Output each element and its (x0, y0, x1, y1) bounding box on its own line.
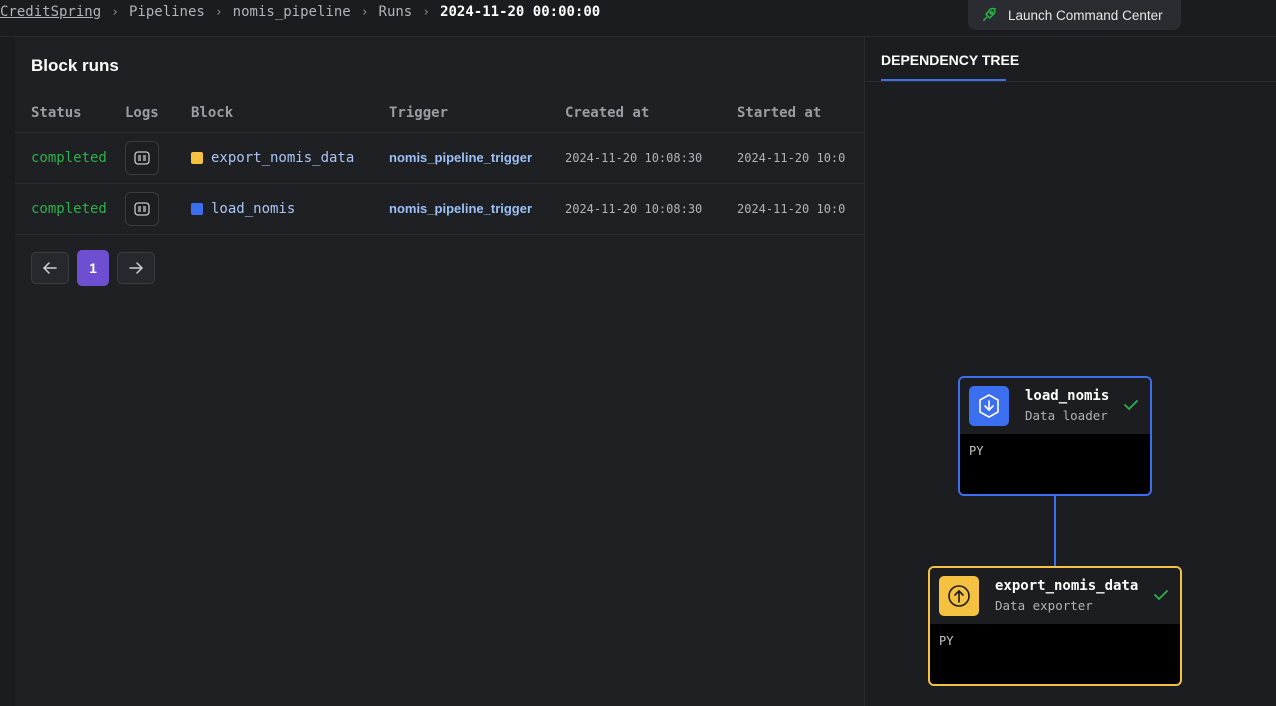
breadcrumb-current-run: 2024-11-20 00:00:00 (440, 4, 601, 20)
block-link[interactable]: export_nomis_data (191, 150, 389, 166)
column-header-created-at[interactable]: Created at (565, 95, 737, 133)
logs-button[interactable] (125, 140, 159, 175)
status-text: completed (31, 200, 107, 217)
chevron-right-icon: › (422, 4, 431, 20)
table-row[interactable]: completed export_nomis_data nomis_pipeli… (15, 132, 864, 184)
previous-page-button[interactable] (31, 252, 69, 284)
pagination: 1 (31, 250, 155, 286)
block-color-swatch (191, 151, 203, 164)
started-at: 2024-11-20 10:0 (737, 150, 846, 165)
breadcrumb-project[interactable]: CreditSpring (0, 4, 101, 20)
top-bar: CreditSpring › Pipelines › nomis_pipelin… (0, 0, 1276, 37)
chevron-right-icon: › (214, 4, 223, 20)
node-name: load_nomis (1025, 388, 1110, 404)
node-type: Data loader (1025, 408, 1108, 423)
block-runs-table: Status Logs Block Trigger Created at Sta… (15, 95, 864, 235)
breadcrumb-runs[interactable]: Runs (379, 4, 413, 20)
active-tab-indicator (881, 79, 1006, 81)
column-header-status[interactable]: Status (15, 95, 125, 133)
page-number-button[interactable]: 1 (77, 250, 109, 286)
logs-button[interactable] (125, 191, 159, 226)
tree-node-load-nomis[interactable]: load_nomis Data loader PY (958, 376, 1152, 496)
column-header-logs[interactable]: Logs (125, 95, 191, 133)
trigger-link[interactable]: nomis_pipeline_trigger (389, 201, 532, 216)
breadcrumb: CreditSpring › Pipelines › nomis_pipelin… (0, 4, 600, 20)
left-gutter (0, 37, 15, 706)
tab-dependency-tree[interactable]: DEPENDENCY TREE (881, 52, 1019, 68)
block-name: load_nomis (211, 200, 296, 217)
created-at: 2024-11-20 10:08:30 (565, 201, 703, 216)
breadcrumb-pipeline[interactable]: nomis_pipeline (233, 4, 351, 20)
launch-command-center-label: Launch Command Center (1008, 7, 1163, 23)
launch-command-center-button[interactable]: Launch Command Center (968, 0, 1181, 30)
rocket-icon (983, 7, 996, 21)
created-at: 2024-11-20 10:08:30 (565, 150, 703, 165)
trigger-link[interactable]: nomis_pipeline_trigger (389, 150, 532, 165)
upload-icon (939, 576, 979, 616)
download-icon (969, 386, 1009, 426)
chevron-right-icon: › (360, 4, 369, 20)
started-at: 2024-11-20 10:0 (737, 201, 846, 216)
tab-bar: DEPENDENCY TREE (864, 37, 1276, 82)
node-language: PY (960, 434, 1150, 494)
block-link[interactable]: load_nomis (191, 201, 389, 217)
check-icon (1154, 590, 1168, 600)
breadcrumb-pipelines[interactable]: Pipelines (129, 4, 205, 20)
chevron-right-icon: › (111, 4, 119, 20)
check-icon (1124, 400, 1138, 410)
node-type: Data exporter (995, 598, 1093, 613)
block-name: export_nomis_data (211, 149, 355, 166)
status-text: completed (31, 149, 107, 166)
dependency-edge (1054, 496, 1056, 566)
node-language: PY (930, 624, 1180, 684)
arrow-left-icon (43, 262, 57, 274)
page-title: Block runs (31, 56, 119, 75)
table-header-row: Status Logs Block Trigger Created at Sta… (15, 95, 864, 133)
column-header-started-at[interactable]: Started at (737, 95, 864, 133)
logs-icon (134, 201, 150, 216)
node-name: export_nomis_data (995, 578, 1139, 594)
next-page-button[interactable] (117, 252, 155, 284)
arrow-right-icon (129, 262, 143, 274)
column-header-block[interactable]: Block (191, 95, 389, 133)
logs-icon (134, 150, 150, 165)
column-header-trigger[interactable]: Trigger (389, 95, 565, 133)
block-color-swatch (191, 202, 203, 215)
tree-node-export-nomis-data[interactable]: export_nomis_data Data exporter PY (928, 566, 1182, 686)
table-row[interactable]: completed load_nomis nomis_pipeline_trig… (15, 183, 864, 235)
